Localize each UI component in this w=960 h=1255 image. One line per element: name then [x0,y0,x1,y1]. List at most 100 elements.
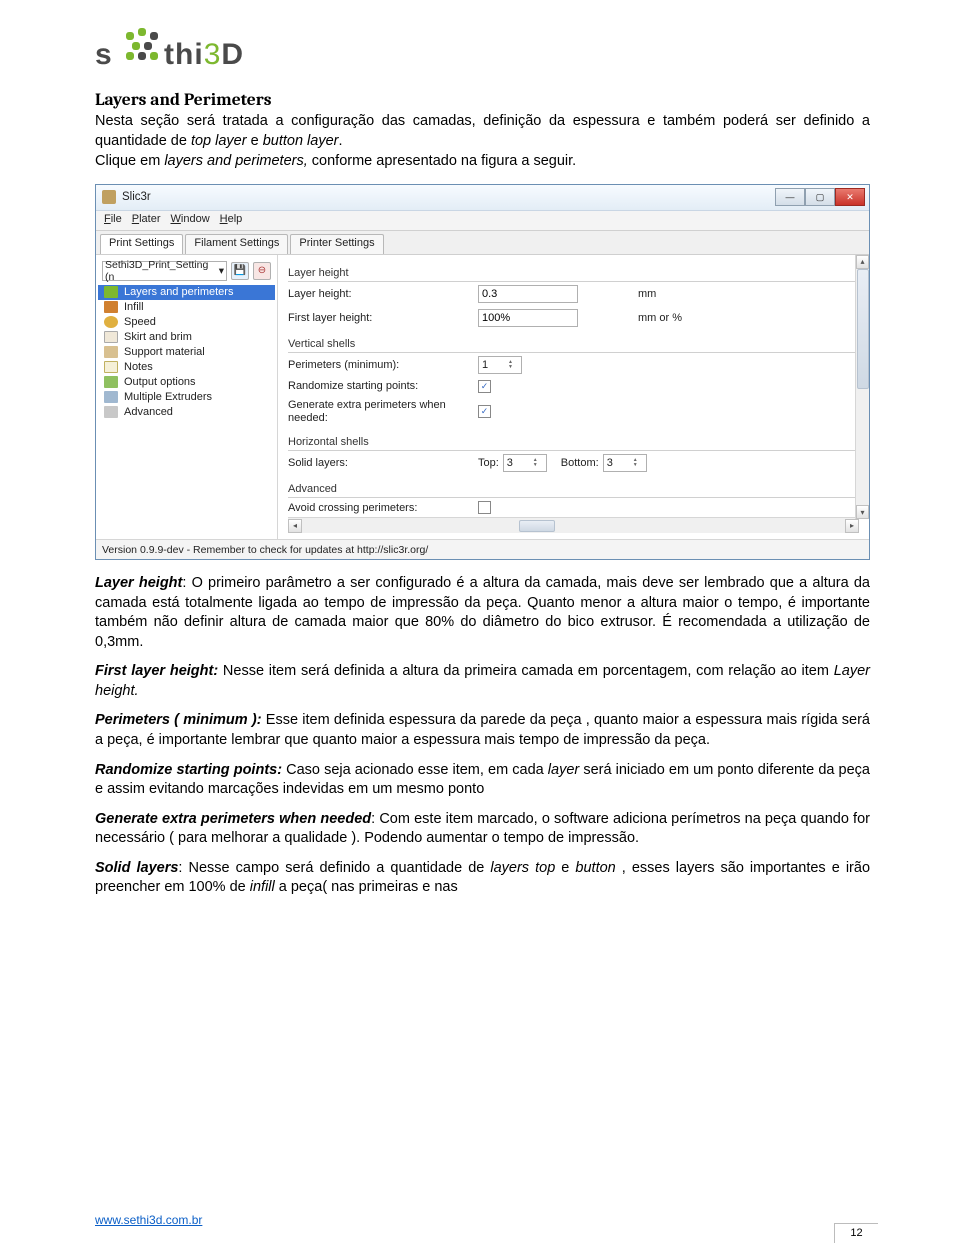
sidebar-item-speed[interactable]: Speed [98,315,275,330]
spinner-arrows-icon: ▲▼ [633,458,643,468]
sidebar-item-label: Skirt and brim [124,331,192,343]
term: Layer height [95,575,182,591]
sidebar-item-label: Infill [124,301,144,313]
close-button[interactable]: ✕ [835,188,865,206]
sidebar-item-layers[interactable]: Layers and perimeters [98,285,275,300]
text: Caso seja acionado esse item, em cada [282,762,548,778]
perimeters-spinner[interactable]: 1▲▼ [478,356,522,374]
horizontal-scrollbar[interactable]: ◂ ▸ [288,517,859,533]
text: e [247,133,263,149]
term: First layer height: [95,663,218,679]
sidebar-item-skirt[interactable]: Skirt and brim [98,330,275,345]
value: 3 [607,457,613,469]
sidebar-item-label: Speed [124,316,156,328]
solid-bottom-spinner[interactable]: 3 ▲▼ [603,454,647,472]
profile-name: Sethi3D_Print_Setting (n [105,259,219,283]
unit: mm or % [638,312,682,324]
term: Perimeters ( minimum ): [95,712,262,728]
maximize-button[interactable]: ▢ [805,188,835,206]
term-italic: layer [548,762,579,778]
sidebar-item-advanced[interactable]: Advanced [98,405,275,420]
field-randomize: Randomize starting points: ✓ [288,377,859,396]
first-layer-input[interactable] [478,309,578,327]
value: 1 [482,359,488,371]
menu-help[interactable]: Help [220,213,243,228]
para-generate-extra: Generate extra perimeters when needed: C… [95,810,870,849]
field-extra-perimeters: Generate extra perimeters when needed: ✓ [288,396,859,428]
scroll-thumb[interactable] [519,520,555,532]
tab-strip: Print Settings Filament Settings Printer… [96,231,869,255]
term-italic: layers top [490,860,555,876]
menu-plater[interactable]: Plater [132,213,161,228]
window-title: Slic3r [122,191,151,203]
text: . [338,133,342,149]
tab-printer-settings[interactable]: Printer Settings [290,234,383,254]
label: First layer height: [288,312,478,324]
avoid-crossing-checkbox[interactable] [478,501,491,514]
sidebar-item-extruders[interactable]: Multiple Extruders [98,390,275,405]
section-vertical: Vertical shells [288,334,859,353]
footer-link[interactable]: www.sethi3d.com.br [95,1213,870,1227]
intro-paragraph-2: Clique em layers and perimeters, conform… [95,152,870,172]
wrench-icon [104,406,118,418]
field-solid-layers: Solid layers: Top: 3▲▼ Bottom: 3▲▼ [288,451,859,475]
text: e [555,860,575,876]
sidebar: Sethi3D_Print_Setting (n▾ 💾 ⊖ Layers and… [96,255,278,539]
sidebar-item-label: Notes [124,361,153,373]
scroll-down-icon[interactable]: ▾ [856,505,869,519]
term: Randomize starting points: [95,762,282,778]
section-horizontal: Horizontal shells [288,432,859,451]
field-first-layer: First layer height: mm or % [288,306,859,330]
para-solid-layers: Solid layers: Nesse campo será definido … [95,859,870,898]
profile-row: Sethi3D_Print_Setting (n▾ 💾 ⊖ [98,259,275,285]
scroll-thumb[interactable] [857,269,869,389]
sidebar-item-output[interactable]: Output options [98,375,275,390]
sidebar-item-label: Multiple Extruders [124,391,212,403]
term: Generate extra perimeters when needed [95,811,371,827]
notes-icon [104,361,118,373]
text: Nesse item será definida a altura da pri… [218,663,834,679]
scroll-left-icon[interactable]: ◂ [288,519,302,533]
logo: s thi3D [95,22,870,76]
extruders-icon [104,391,118,403]
delete-profile-button[interactable]: ⊖ [253,262,271,280]
label: Solid layers: [288,457,478,469]
randomize-checkbox[interactable]: ✓ [478,380,491,393]
solid-top-spinner[interactable]: 3▲▼ [503,454,547,472]
section-advanced: Advanced [288,479,859,498]
support-icon [104,346,118,358]
field-perimeters: Perimeters (minimum): 1▲▼ [288,353,859,377]
sidebar-item-infill[interactable]: Infill [98,300,275,315]
term-italic: layers and perimeters, [164,153,307,169]
tab-filament-settings[interactable]: Filament Settings [185,234,288,254]
top-label: Top: [478,457,499,469]
profile-dropdown[interactable]: Sethi3D_Print_Setting (n▾ [102,261,227,281]
layer-height-input[interactable] [478,285,578,303]
sidebar-item-label: Output options [124,376,196,388]
scroll-up-icon[interactable]: ▴ [856,255,869,269]
term-italic: button [575,860,615,876]
intro-paragraph-1: Nesta seção será tratada a configuração … [95,112,870,151]
output-icon [104,376,118,388]
chevron-down-icon: ▾ [219,265,224,277]
save-profile-button[interactable]: 💾 [231,262,249,280]
minimize-button[interactable]: — [775,188,805,206]
infill-icon [104,301,118,313]
term-italic: top layer [191,133,247,149]
menu-bar: File Plater Window Help [96,211,869,231]
scroll-right-icon[interactable]: ▸ [845,519,859,533]
sidebar-item-label: Advanced [124,406,173,418]
sidebar-item-label: Support material [124,346,205,358]
scroll-track[interactable] [302,519,845,533]
menu-window[interactable]: Window [171,213,210,228]
para-randomize: Randomize starting points: Caso seja aci… [95,761,870,800]
extra-perimeters-checkbox[interactable]: ✓ [478,405,491,418]
tab-print-settings[interactable]: Print Settings [100,234,183,254]
menu-file[interactable]: File [104,213,122,228]
vertical-scrollbar[interactable]: ▴ ▾ [855,255,869,519]
sidebar-item-support[interactable]: Support material [98,345,275,360]
field-avoid-crossing: Avoid crossing perimeters: [288,498,859,517]
sidebar-item-notes[interactable]: Notes [98,360,275,375]
text: Clique em [95,153,164,169]
label: Perimeters (minimum): [288,359,478,371]
